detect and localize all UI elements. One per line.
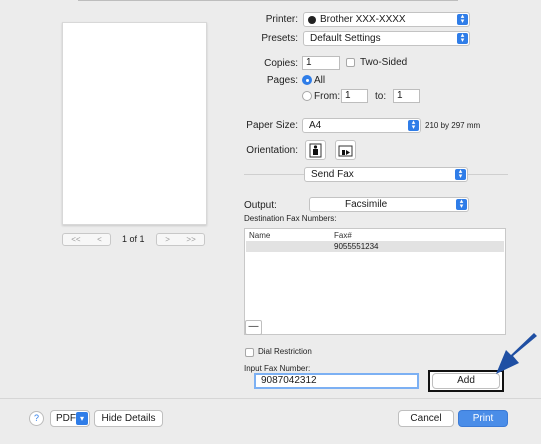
- section-divider-left: [244, 174, 304, 175]
- printer-status-icon: [308, 16, 316, 24]
- section-value: Send Fax: [311, 169, 354, 180]
- add-button[interactable]: Add: [432, 373, 500, 389]
- pages-from-label: From:: [314, 91, 341, 102]
- col-header-fax: Fax#: [334, 231, 352, 240]
- landscape-button[interactable]: [335, 140, 356, 160]
- copies-label: Copies:: [264, 58, 298, 69]
- output-select[interactable]: Facsimile ▴ ▾: [309, 197, 469, 212]
- two-sided-checkbox[interactable]: [346, 58, 355, 67]
- output-value: Facsimile: [345, 199, 388, 210]
- section-select[interactable]: Send Fax ▴ ▾: [304, 167, 468, 182]
- hide-details-button[interactable]: Hide Details: [94, 410, 163, 427]
- two-sided-label: Two-Sided: [360, 57, 408, 68]
- pages-all-radio[interactable]: [302, 75, 312, 85]
- printer-value: Brother XXX-XXXX: [320, 14, 406, 25]
- landscape-icon: [338, 145, 353, 157]
- pages-to-label: to:: [375, 91, 387, 102]
- paper-size-select[interactable]: A4 ▴ ▾: [302, 118, 421, 133]
- destination-label: Destination Fax Numbers:: [244, 214, 337, 223]
- dial-restriction-checkbox[interactable]: [245, 348, 254, 357]
- chevron-down-icon: ▾: [76, 412, 88, 425]
- first-page-button[interactable]: <<: [71, 235, 80, 244]
- presets-value: Default Settings: [310, 33, 381, 44]
- pages-label: Pages:: [266, 75, 298, 86]
- print-dialog: << < 1 of 1 > >> Printer: Brother XXX-XX…: [0, 0, 541, 444]
- last-page-button[interactable]: >>: [186, 235, 195, 244]
- presets-select[interactable]: Default Settings ▴ ▾: [303, 31, 470, 46]
- page-preview: [62, 22, 207, 225]
- row-fax: 9055551234: [334, 242, 379, 251]
- bottom-divider: [0, 398, 541, 399]
- pages-from-field[interactable]: 1: [341, 89, 368, 103]
- output-label: Output:: [244, 200, 277, 211]
- section-divider-right: [468, 174, 508, 175]
- presets-label: Presets:: [261, 33, 298, 44]
- printer-label: Printer:: [265, 14, 298, 25]
- pages-from-radio[interactable]: [302, 91, 312, 101]
- chevron-updown-icon: ▴ ▾: [457, 13, 468, 25]
- col-header-name: Name: [249, 231, 271, 240]
- table-row[interactable]: 9055551234: [246, 241, 504, 252]
- destination-table[interactable]: Name Fax# 9055551234: [244, 228, 506, 335]
- portrait-icon: [309, 143, 322, 158]
- portrait-button[interactable]: [305, 140, 326, 160]
- pointer-arrow-icon: [496, 333, 537, 374]
- pdf-label: PDF: [56, 413, 76, 424]
- pager-back[interactable]: << <: [62, 233, 111, 246]
- dial-restriction-label: Dial Restriction: [258, 347, 312, 356]
- prev-page-button[interactable]: <: [97, 235, 102, 244]
- input-fax-label: Input Fax Number:: [244, 364, 311, 373]
- help-button[interactable]: ?: [29, 411, 44, 426]
- input-fax-field[interactable]: 9087042312: [254, 373, 419, 389]
- remove-number-button[interactable]: —: [245, 320, 262, 335]
- pdf-menu-button[interactable]: PDF ▾: [50, 410, 90, 427]
- paper-dimensions: 210 by 297 mm: [425, 121, 481, 130]
- orientation-label: Orientation:: [246, 145, 298, 156]
- paper-size-label: Paper Size:: [246, 120, 298, 131]
- chevron-updown-icon: ▴ ▾: [456, 198, 467, 210]
- paper-size-value: A4: [309, 120, 322, 131]
- pages-all-label: All: [314, 75, 326, 86]
- chevron-updown-icon: ▴ ▾: [457, 32, 468, 44]
- pages-to-field[interactable]: 1: [393, 89, 420, 103]
- printer-select[interactable]: Brother XXX-XXXX ▴ ▾: [303, 12, 470, 27]
- next-page-button[interactable]: >: [165, 235, 170, 244]
- chevron-updown-icon: ▴ ▾: [455, 168, 466, 180]
- top-divider: [78, 0, 458, 1]
- chevron-updown-icon: ▴ ▾: [408, 119, 419, 131]
- pager-forward[interactable]: > >>: [156, 233, 205, 246]
- copies-field[interactable]: 1: [302, 56, 340, 70]
- page-count-label: 1 of 1: [122, 234, 145, 244]
- cancel-button[interactable]: Cancel: [398, 410, 454, 427]
- print-button[interactable]: Print: [458, 410, 508, 427]
